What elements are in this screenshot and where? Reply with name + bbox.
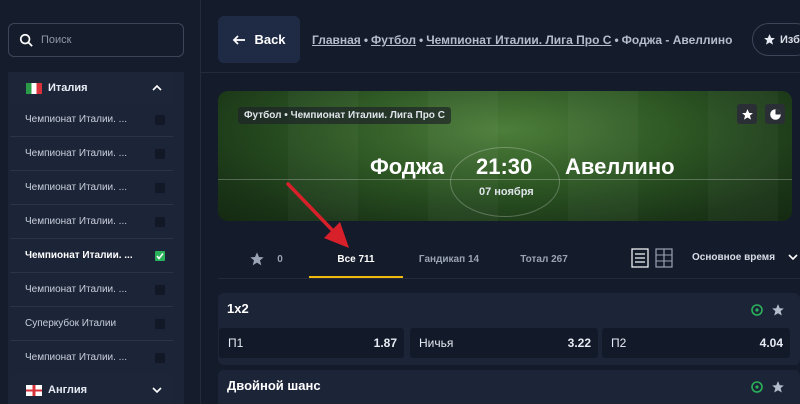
league-checkbox[interactable] (155, 353, 165, 363)
sidebar-league-1[interactable]: Чемпионат Италии. ... (10, 137, 173, 171)
breadcrumb-separator: • (363, 33, 369, 47)
england-flag-icon (26, 384, 42, 396)
breadcrumb: Главная • Футбол • Чемпионат Италии. Лига Пр… (312, 33, 732, 47)
star-icon[interactable] (771, 380, 785, 394)
tabs-divider (218, 278, 800, 279)
league-label: Чемпионат Италии. ... (25, 114, 128, 125)
search-icon (19, 33, 33, 47)
match-date: 07 ноября (479, 186, 534, 198)
tab-total[interactable]: Тотал 267 (514, 240, 574, 278)
favorites-button[interactable]: Избр (752, 23, 800, 56)
sidebar-league-7[interactable]: Чемпионат Италии. ... (10, 341, 173, 375)
market-double-chance: Двойной шанс (218, 370, 800, 404)
favorite-match-button[interactable] (737, 104, 757, 124)
breadcrumb-current: Фоджа - Авеллино (621, 33, 733, 47)
league-checkbox[interactable] (155, 217, 165, 227)
market-title: Двойной шанс (227, 378, 321, 393)
period-select[interactable]: Основное время (692, 240, 799, 274)
list-view-icon[interactable] (631, 248, 649, 268)
chevron-down-icon (152, 387, 162, 394)
league-checkbox[interactable] (155, 319, 165, 329)
sidebar: Поиск Италия Чемпионат Италии. ... Чемпи… (0, 0, 201, 404)
chevron-down-icon (788, 254, 798, 261)
breadcrumb-separator: • (614, 33, 619, 47)
refresh-icon[interactable] (750, 303, 764, 317)
country-label: Италия (48, 82, 88, 94)
league-label: Чемпионат Италии. ... (25, 148, 128, 159)
star-icon (250, 252, 264, 266)
league-label: Чемпионат Италии. ... (25, 216, 128, 227)
league-label: Чемпионат Италии. ... (25, 182, 128, 193)
breadcrumb-home[interactable]: Главная (312, 33, 361, 47)
sidebar-league-2[interactable]: Чемпионат Италии. ... (10, 171, 173, 205)
league-checkbox[interactable] (155, 285, 165, 295)
back-button[interactable]: Back (218, 16, 300, 63)
league-label: Чемпионат Италии. ... (25, 352, 128, 363)
league-checkbox[interactable] (155, 183, 165, 193)
match-time: 21:30 (476, 154, 533, 179)
period-label: Основное время (692, 251, 776, 263)
league-checkbox-checked[interactable] (155, 251, 165, 261)
breadcrumb-league[interactable]: Чемпионат Италии. Лига Про С (426, 33, 611, 47)
star-icon (764, 34, 775, 45)
home-team: Фоджа (370, 154, 444, 179)
sidebar-league-0[interactable]: Чемпионат Италии. ... (10, 103, 173, 137)
tab-total-label: Тотал 267 (520, 253, 568, 265)
back-label: Back (254, 32, 286, 47)
tab-handicap-label: Гандикап 14 (418, 253, 480, 265)
league-checkbox[interactable] (155, 115, 165, 125)
country-england[interactable]: Англия (10, 374, 173, 404)
refresh-icon[interactable] (750, 380, 764, 394)
statistics-button[interactable] (765, 104, 785, 124)
league-checkbox[interactable] (155, 149, 165, 159)
annotation-arrow-icon (286, 182, 349, 248)
grid-view-icon[interactable] (655, 248, 673, 268)
country-label: Англия (48, 384, 88, 396)
market-1x2: 1x2 П1 1.87 Ничья 3.22 П2 4.04 (218, 293, 800, 365)
search-placeholder: Поиск (41, 34, 72, 46)
favorites-label: Избр (780, 33, 800, 46)
odd-value: 3.22 (567, 336, 591, 350)
league-label: Чемпионат Италии. ... (25, 284, 128, 295)
chevron-up-icon (152, 84, 162, 91)
away-team: Авеллино (565, 154, 675, 179)
breadcrumb-separator: • (419, 33, 424, 47)
breadcrumb-sport[interactable]: Футбол (371, 33, 416, 47)
odd-label: П1 (228, 336, 244, 350)
odd-label: Ничья (419, 336, 454, 350)
tab-favorites-count: 0 (277, 253, 283, 265)
market-title: 1x2 (227, 301, 249, 316)
country-italy[interactable]: Италия (10, 72, 173, 104)
league-label: Чемпионат Италии. ... (25, 250, 133, 261)
odd-button-home[interactable]: П1 1.87 (219, 328, 404, 358)
italy-flag-icon (26, 82, 42, 94)
odd-label: П2 (611, 336, 627, 350)
competition-label: Футбол • Чемпионат Италии. Лига Про С (238, 107, 451, 124)
search-input[interactable]: Поиск (8, 23, 184, 57)
odd-value: 1.87 (373, 336, 397, 350)
tab-handicap[interactable]: Гандикап 14 (414, 240, 484, 278)
tab-all-label: Все 711 (337, 253, 375, 265)
pie-chart-icon (769, 108, 781, 120)
check-icon (156, 253, 164, 260)
league-label: Суперкубок Италии (25, 318, 117, 329)
header-divider (201, 72, 800, 73)
star-icon (741, 108, 753, 120)
odd-value: 4.04 (759, 336, 783, 350)
sidebar-league-6[interactable]: Суперкубок Италии (10, 307, 173, 341)
arrow-left-icon (233, 34, 246, 45)
sidebar-league-5[interactable]: Чемпионат Италии. ... (10, 273, 173, 307)
odd-button-away[interactable]: П2 4.04 (602, 328, 790, 358)
odd-button-draw[interactable]: Ничья 3.22 (410, 328, 598, 358)
star-icon[interactable] (771, 303, 785, 317)
sidebar-league-4[interactable]: Чемпионат Италии. ... (10, 239, 173, 273)
sidebar-league-3[interactable]: Чемпионат Италии. ... (10, 205, 173, 239)
